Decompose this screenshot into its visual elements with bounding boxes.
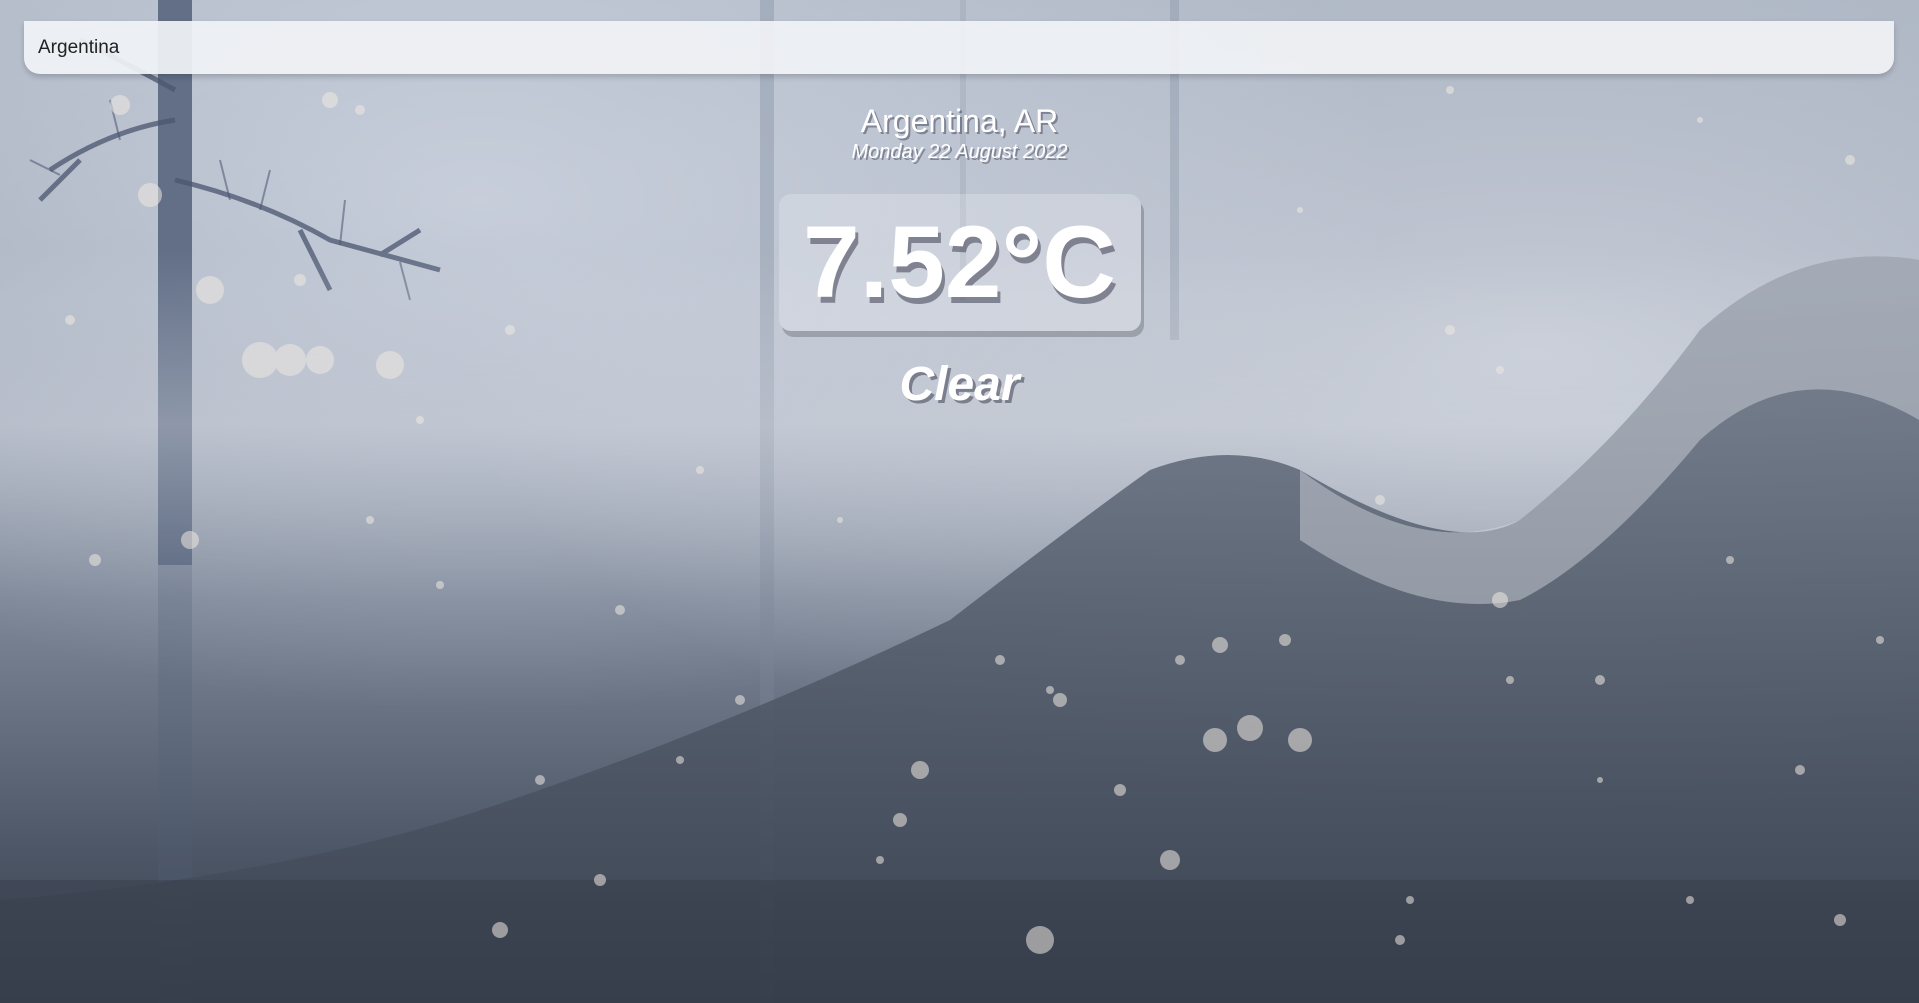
- location-box: Argentina, AR Monday 22 August 2022: [0, 102, 1919, 164]
- current-date: Monday 22 August 2022: [851, 141, 1068, 163]
- temperature-display: 7.52°C: [778, 194, 1141, 331]
- weather-box: 7.52°C Clear: [0, 194, 1919, 412]
- location-name: Argentina, AR: [860, 103, 1059, 139]
- weather-condition: Clear: [899, 358, 1020, 411]
- weather-app: Argentina, AR Monday 22 August 2022 7.52…: [0, 0, 1919, 1003]
- search-bar: [24, 21, 1894, 74]
- search-input[interactable]: [24, 21, 1894, 74]
